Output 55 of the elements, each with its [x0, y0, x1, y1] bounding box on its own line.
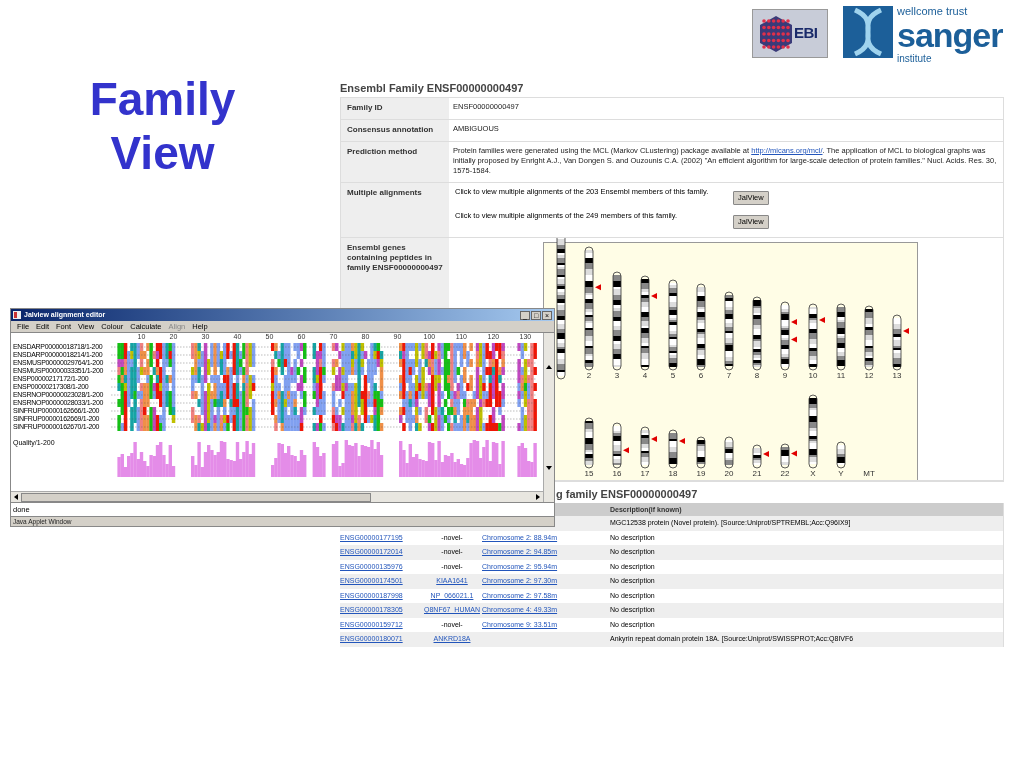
chromosome-label: 17 [640, 469, 650, 478]
chromosome-label: 3 [614, 371, 620, 380]
label-cell: Prediction method [341, 142, 449, 182]
chromosome-label: 2 [586, 371, 592, 380]
logo-subtitle: institute [897, 53, 932, 64]
chromosome-label: 22 [780, 469, 790, 478]
chromosome-drawing [780, 443, 797, 469]
chromosome-label: 12 [864, 371, 874, 380]
scroll-down-icon[interactable] [544, 464, 554, 472]
chromosome-drawing [612, 422, 629, 469]
chromosome-label: 11 [836, 371, 846, 380]
hexagon-icon [759, 14, 793, 53]
section-heading: g family ENSF00000000497 [556, 487, 699, 502]
app-icon [13, 311, 21, 319]
chromosome-drawing [668, 429, 685, 469]
chromosome-label: 13 [892, 371, 902, 380]
chromosome-drawing [724, 436, 734, 469]
chromosome-drawing [640, 426, 657, 469]
chromosome-label: 7 [726, 371, 732, 380]
chromosome-drawing [864, 305, 874, 371]
chromosome-drawing [836, 441, 846, 469]
logo-tagline: wellcome trust [897, 6, 969, 17]
chromosome-label: 20 [724, 469, 734, 478]
chromosome-drawing [836, 303, 846, 371]
chromosome-drawing [780, 301, 797, 371]
chromosome-drawing [696, 436, 706, 469]
chromosome-label: 9 [782, 371, 788, 380]
slide-title: Family [89, 72, 236, 126]
chromosome-label: 16 [612, 469, 622, 478]
scroll-up-icon[interactable] [544, 363, 554, 371]
chromosome-label: 5 [670, 371, 676, 380]
slide-title: View [110, 126, 215, 180]
chromosome-drawing [584, 417, 594, 469]
chromosome-label: Y [838, 469, 844, 478]
chromosome-drawing [752, 444, 769, 469]
label-cell: Multiple alignments [341, 183, 449, 237]
label-cell: Consensus annotation [341, 120, 449, 141]
logo-name: sanger [897, 17, 1003, 53]
chromosome-label: X [810, 469, 816, 478]
ebi-text: EBI [794, 23, 818, 44]
chromosome-label: 8 [754, 371, 760, 380]
scrollbar-thumb[interactable] [21, 492, 371, 502]
chromosome-label: 21 [752, 469, 762, 478]
chromosome-label: 10 [808, 371, 818, 380]
dna-helix-icon [843, 6, 893, 58]
label-cell: Family ID [341, 98, 449, 119]
chromosome-label: 19 [696, 469, 706, 478]
chromosome-drawing [892, 314, 909, 371]
chromosome-label: 18 [668, 469, 678, 478]
chromosome-label: 4 [642, 371, 648, 380]
page-title: Ensembl Family ENSF00000000497 [340, 81, 525, 96]
chromosome-label: 6 [698, 371, 704, 380]
chromosome-label: MT [863, 469, 875, 478]
chromosome-drawing [808, 303, 825, 371]
chromosome-label: 15 [584, 469, 594, 478]
